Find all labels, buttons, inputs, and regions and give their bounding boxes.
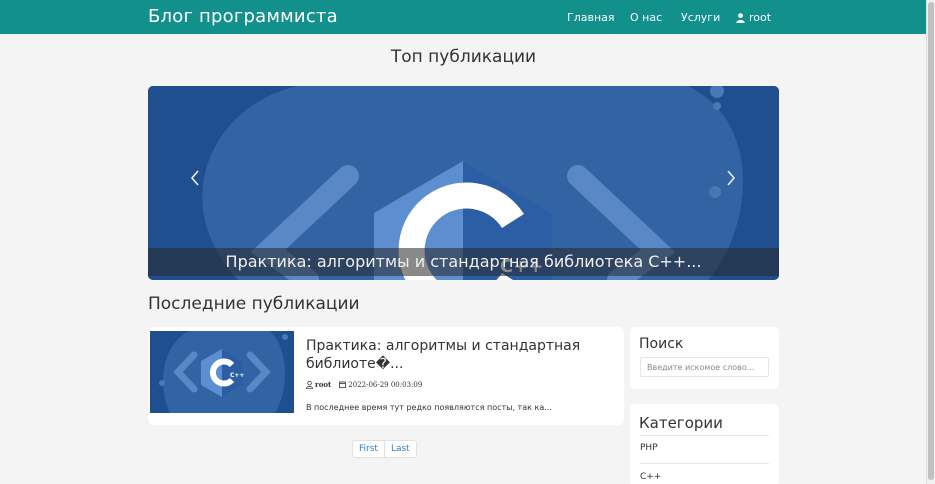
thumbnail-logo-text: C++ [230,372,244,379]
search-input[interactable] [640,357,769,377]
post-meta: root 2022-06-29 00:03:09 [306,380,422,389]
carousel-next-button[interactable] [721,167,741,197]
post-author: root [306,380,331,389]
search-widget-title: Поиск [639,336,684,352]
nav-about[interactable]: О нас [630,11,662,24]
page-scrollbar[interactable] [926,0,935,484]
post-date: 2022-06-29 00:03:09 [339,381,422,389]
category-php[interactable]: PHP [640,443,658,453]
post-excerpt: В последнее время тут редко появляются п… [306,403,552,412]
chevron-right-icon [727,170,736,186]
calendar-icon [339,381,347,388]
scrollbar-thumb[interactable] [928,2,934,480]
cpp-thumbnail-image: C++ [150,331,294,413]
nav-user[interactable]: root [736,11,771,24]
top-publications-title: Топ публикации [390,47,537,67]
post-thumbnail[interactable]: C++ [150,331,294,413]
pagination-first[interactable]: First [353,441,384,457]
nav-services[interactable]: Услуги [681,11,720,24]
pagination: First Last [352,440,417,458]
carousel-prev-button[interactable] [185,167,205,197]
post-date-value: 2022-06-29 00:03:09 [348,380,423,389]
category-cpp[interactable]: C++ [640,472,661,482]
user-icon [306,380,313,389]
user-icon [736,12,745,23]
search-widget: Поиск [630,327,779,389]
chevron-left-icon [190,170,199,186]
category-divider [640,463,769,464]
post-card[interactable]: C++ Практика: алгоритмы и стандартная би… [148,327,624,425]
post-title[interactable]: Практика: алгоритмы и стандартная библио… [306,337,616,373]
site-brand[interactable]: Блог программиста [148,6,338,27]
post-author-name: root [315,380,332,389]
latest-publications-title: Последние публикации [148,294,360,314]
pagination-last[interactable]: Last [383,441,416,457]
categories-widget-title: Категории [639,414,723,432]
nav-user-label: root [749,11,772,24]
nav-home[interactable]: Главная [567,11,615,24]
categories-widget: Категории PHP C++ [630,404,779,484]
slide-caption[interactable]: Практика: алгоритмы и стандартная библио… [148,248,779,276]
categories-divider [640,435,769,436]
navbar: Блог программиста Главная О нас Услуги r… [0,0,926,34]
